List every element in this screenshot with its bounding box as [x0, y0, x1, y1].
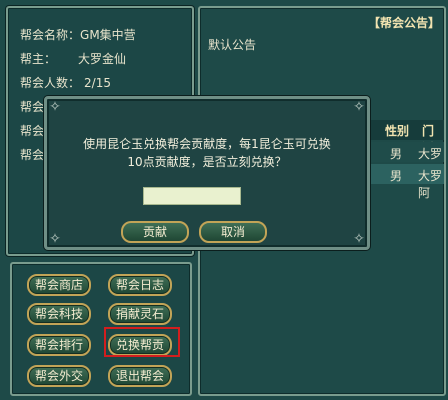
guild-diplomacy-button[interactable]: 帮会外交 — [27, 365, 91, 387]
guild-name-value: GM集中营 — [80, 28, 136, 42]
member-sect: 大罗阿 — [418, 169, 443, 200]
guild-leader-value: 大罗金仙 — [78, 52, 127, 66]
dialog-message-line1: 使用昆仑玉兑换帮会贡献度，每1昆仑玉可兑换 — [83, 137, 331, 151]
corner-ornament-icon: ✧ — [353, 99, 365, 115]
notice-text: 默认公告 — [208, 38, 257, 52]
guild-members-value: 2/15 — [84, 76, 111, 90]
exchange-dialog: ✧ ✧ ✧ ✧ 使用昆仑玉兑换帮会贡献度，每1昆仑玉可兑换 10点贡献度，是否立… — [44, 96, 370, 250]
member-gender: 男 — [390, 147, 403, 161]
donate-stone-button[interactable]: 捐献灵石 — [108, 303, 172, 325]
guild-shop-button[interactable]: 帮会商店 — [27, 274, 91, 296]
guild-members-label: 帮会人数： — [20, 76, 81, 90]
corner-ornament-icon: ✧ — [353, 231, 365, 247]
guild-leader-label: 帮主： — [20, 52, 57, 66]
guild-tech-button[interactable]: 帮会科技 — [27, 303, 91, 325]
guild-members-row: 帮会人数： 2/15 — [20, 74, 111, 91]
leave-guild-button[interactable]: 退出帮会 — [108, 365, 172, 387]
corner-ornament-icon: ✧ — [49, 231, 61, 247]
member-gender: 男 — [390, 169, 403, 183]
notice-header: 【帮会公告】 — [367, 16, 440, 30]
guild-name-label: 帮会名称： — [20, 28, 81, 42]
guild-info-row-6: 帮会 — [20, 146, 44, 163]
guild-info-row-4: 帮会 — [20, 98, 44, 115]
exchange-highlight-box — [104, 327, 180, 357]
guild-info-row-5-label: 帮会 — [20, 124, 45, 138]
cancel-button[interactable]: 取消 — [199, 221, 267, 243]
guild-info-row-4-label: 帮会 — [20, 100, 45, 114]
amount-input[interactable] — [143, 187, 241, 205]
guild-log-button[interactable]: 帮会日志 — [108, 274, 172, 296]
guild-info-row-5: 帮会 — [20, 122, 44, 139]
column-gender[interactable]: 性别 — [385, 122, 409, 139]
guild-ranking-button[interactable]: 帮会排行 — [27, 334, 91, 356]
guild-leader-row: 帮主： 大罗金仙 — [20, 50, 126, 67]
guild-info-row-6-label: 帮会 — [20, 148, 45, 162]
guild-name-row: 帮会名称：GM集中营 — [20, 26, 136, 43]
confirm-contribute-button[interactable]: 贡献 — [121, 221, 189, 243]
corner-ornament-icon: ✧ — [49, 99, 61, 115]
dialog-message-line2: 10点贡献度，是否立刻兑换？ — [127, 155, 287, 169]
